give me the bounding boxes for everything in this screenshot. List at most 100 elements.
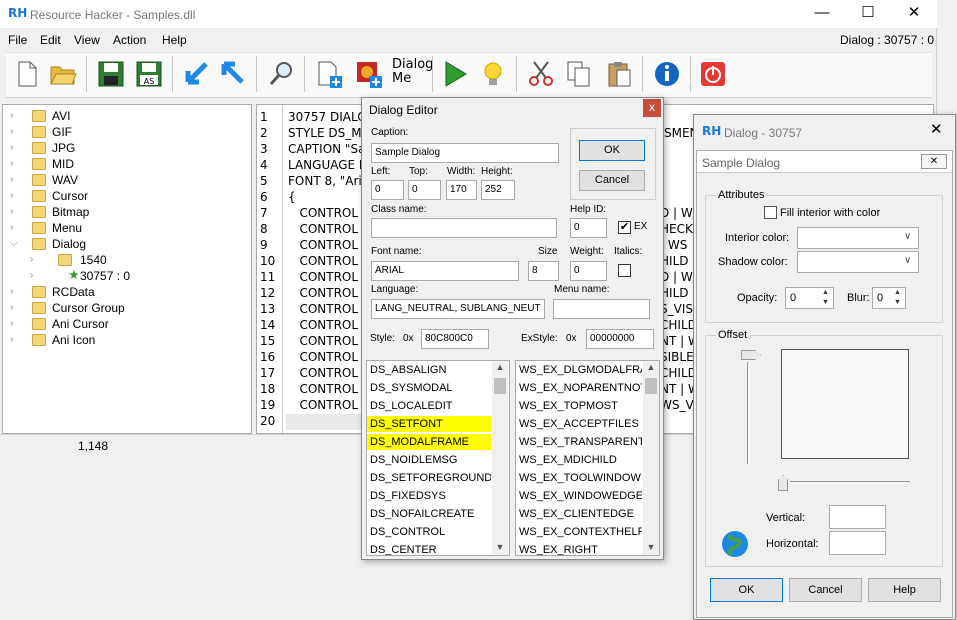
menu-help[interactable]: Help (162, 33, 187, 47)
dialog-merger-button[interactable]: Dialog Me (392, 58, 433, 86)
tree-item[interactable]: › Cursor (10, 188, 245, 204)
style-list-item[interactable]: DS_SETFONT (367, 416, 491, 432)
copy-icon[interactable] (564, 59, 594, 89)
tree-item[interactable]: › AVI (10, 108, 245, 124)
maximize-button[interactable]: ☐ (845, 0, 891, 28)
menu-name-input[interactable] (553, 299, 650, 319)
paste-icon[interactable] (604, 59, 634, 89)
dialog-editor-close-button[interactable]: x (643, 99, 661, 117)
style-list-item[interactable]: DS_CONTROL (367, 524, 491, 540)
width-input[interactable]: 170 (446, 180, 477, 200)
exstyle-list-item[interactable]: WS_EX_TOOLWINDOW (516, 470, 642, 486)
search-icon[interactable] (266, 59, 296, 89)
chevron-right-icon[interactable]: › (30, 252, 40, 268)
cut-icon[interactable] (526, 59, 556, 89)
exstyle-list-item[interactable]: WS_EX_NOPARENTNOTI (516, 380, 642, 396)
horizontal-slider-track[interactable] (790, 481, 910, 484)
style-list-item[interactable]: DS_MODALFRAME (367, 434, 491, 450)
class-name-input[interactable] (371, 218, 557, 238)
exstyle-list-item[interactable]: WS_EX_ACCEPTFILES (516, 416, 642, 432)
menu-view[interactable]: View (74, 33, 100, 47)
editor-ok-button[interactable]: OK (579, 140, 645, 161)
ex-checkbox[interactable]: ✔ (618, 221, 631, 234)
save-icon[interactable] (96, 59, 126, 89)
chevron-right-icon[interactable]: › (10, 316, 20, 332)
sample-dialog-close-button[interactable]: ✕ (921, 154, 947, 169)
interior-color-combo[interactable] (797, 227, 919, 249)
caption-input[interactable]: Sample Dialog (371, 143, 559, 163)
chevron-right-icon[interactable]: › (10, 124, 20, 140)
font-name-input[interactable]: ARIAL (371, 261, 519, 281)
chevron-right-icon[interactable]: › (10, 108, 20, 124)
tree-item[interactable]: › Ani Cursor (10, 316, 245, 332)
compile-arrow-icon[interactable] (182, 59, 212, 89)
chevron-right-icon[interactable]: › (10, 220, 20, 236)
style-list-item[interactable]: DS_LOCALEDIT (367, 398, 491, 414)
preview-close-button[interactable]: ✕ (930, 120, 943, 138)
chevron-right-icon[interactable]: › (10, 300, 20, 316)
tree-item[interactable]: › JPG (10, 140, 245, 156)
tree-item[interactable]: › RCData (10, 284, 245, 300)
tree-item[interactable]: › Cursor Group (10, 300, 245, 316)
tree-item[interactable]: › WAV (10, 172, 245, 188)
style-list-item[interactable]: DS_FIXEDSYS (367, 488, 491, 504)
chevron-down-icon[interactable]: ⌵ (10, 236, 20, 252)
exstyles-scroll-thumb[interactable] (645, 378, 657, 394)
chevron-right-icon[interactable]: › (10, 188, 20, 204)
style-list-item[interactable]: DS_SYSMODAL (367, 380, 491, 396)
exstyle-list-item[interactable]: WS_EX_MDICHILD (516, 452, 642, 468)
tree-item[interactable]: › 1540 (30, 252, 245, 268)
menu-edit[interactable]: Edit (40, 33, 61, 47)
tree-item[interactable]: ⌵ Dialog (10, 236, 245, 252)
style-list-item[interactable]: DS_CENTER (367, 542, 491, 558)
tree-item[interactable]: › Bitmap (10, 204, 245, 220)
chevron-right-icon[interactable]: › (10, 332, 20, 348)
lightbulb-icon[interactable] (478, 59, 508, 89)
exstyle-list-item[interactable]: WS_EX_CONTEXTHELP (516, 524, 642, 540)
scroll-up-icon[interactable]: ▲ (492, 362, 508, 372)
top-input[interactable]: 0 (408, 180, 441, 200)
add-resource-icon[interactable] (314, 59, 344, 89)
chevron-right-icon[interactable]: › (30, 268, 40, 284)
exstyle-list-item[interactable]: WS_EX_TOPMOST (516, 398, 642, 414)
style-list-item[interactable]: DS_ABSALIGN (367, 362, 491, 378)
save-as-icon[interactable]: AS (134, 59, 164, 89)
chevron-right-icon[interactable]: › (10, 172, 20, 188)
horizontal-offset-input[interactable] (829, 531, 886, 555)
opacity-spin-arrows-icon[interactable]: ▲ ▼ (818, 288, 833, 308)
fill-interior-checkbox[interactable] (764, 206, 777, 219)
style-list-item[interactable]: DS_NOFAILCREATE (367, 506, 491, 522)
tree-item[interactable]: › ★ 30757 : 0 (30, 267, 245, 284)
minimize-button[interactable]: — (799, 0, 845, 28)
preview-cancel-button[interactable]: Cancel (789, 578, 862, 602)
exstyle-list-item[interactable]: WS_EX_WINDOWEDGE (516, 488, 642, 504)
font-weight-input[interactable]: 0 (570, 261, 607, 281)
tree-item[interactable]: › GIF (10, 124, 245, 140)
height-input[interactable]: 252 (481, 180, 515, 200)
power-exit-icon[interactable] (698, 59, 728, 89)
font-size-input[interactable]: 8 (528, 261, 559, 281)
preview-help-button[interactable]: Help (868, 578, 941, 602)
open-folder-icon[interactable] (48, 59, 78, 89)
exstyle-list-item[interactable]: WS_EX_RIGHT (516, 542, 642, 558)
vertical-slider-track[interactable] (747, 362, 750, 464)
chevron-right-icon[interactable]: › (10, 140, 20, 156)
scroll-down-icon[interactable]: ▼ (643, 542, 659, 552)
tree-item[interactable]: › MID (10, 156, 245, 172)
menu-action[interactable]: Action (113, 33, 146, 47)
exstyle-list-item[interactable]: WS_EX_DLGMODALFRAM (516, 362, 642, 378)
italics-checkbox[interactable] (618, 264, 631, 277)
exstyle-list-item[interactable]: WS_EX_CLIENTEDGE (516, 506, 642, 522)
tree-item[interactable]: › Ani Icon (10, 332, 245, 348)
run-script-icon[interactable] (440, 59, 470, 89)
style-hex-input[interactable]: 80C800C0 (421, 329, 489, 349)
vertical-offset-input[interactable] (829, 505, 886, 529)
preview-ok-button[interactable]: OK (710, 578, 783, 602)
tree-item[interactable]: › Menu (10, 220, 245, 236)
menu-file[interactable]: File (8, 33, 27, 47)
import-arrow-icon[interactable] (218, 59, 248, 89)
close-button[interactable]: ✕ (891, 0, 937, 28)
horizontal-scrollbar[interactable] (286, 414, 362, 430)
chevron-right-icon[interactable]: › (10, 284, 20, 300)
style-list-item[interactable]: DS_SETFOREGROUND (367, 470, 491, 486)
